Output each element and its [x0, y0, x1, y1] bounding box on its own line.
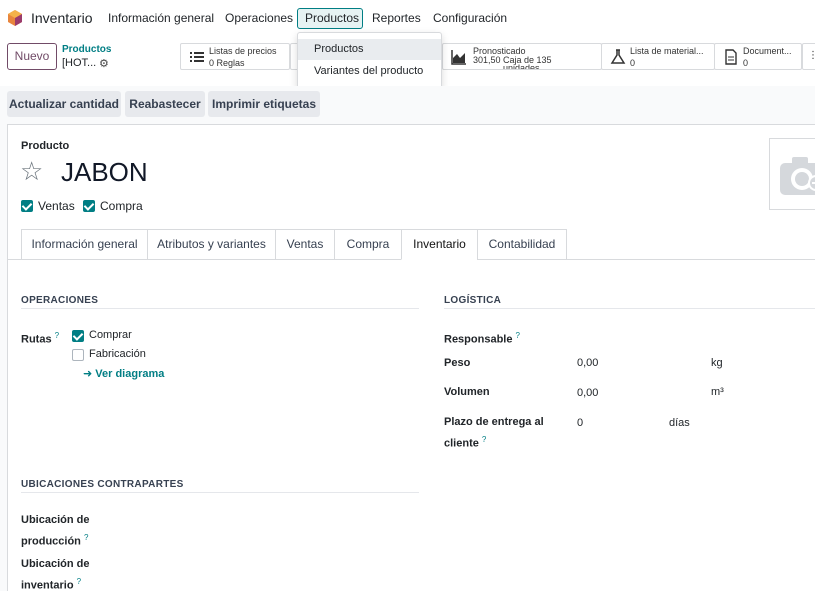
- responsible-help-icon[interactable]: ?: [516, 331, 520, 340]
- inventory-location-label-line1: Ubicación de: [21, 558, 90, 570]
- lead-time-unit: días: [669, 417, 690, 429]
- logistics-divider: [444, 308, 815, 309]
- volume-unit: m³: [711, 386, 724, 398]
- routes-label: Rutas ?: [21, 331, 60, 346]
- more-smart-button[interactable]: ⋮: [802, 43, 815, 70]
- operations-section-title: OPERACIONES: [21, 295, 99, 306]
- breadcrumb-current: [HOT...: [62, 57, 97, 69]
- arrow-right-icon: ➜: [83, 368, 93, 380]
- bom-title: Lista de material...: [630, 46, 704, 56]
- action-bar: [0, 86, 815, 120]
- documents-value: 0: [743, 58, 749, 68]
- product-label: Producto: [21, 140, 70, 152]
- nav-informacion-general[interactable]: Información general: [108, 11, 214, 25]
- documents-title: Document...: [743, 46, 792, 56]
- pricelists-value: 0 Reglas: [209, 58, 245, 68]
- breadcrumb-parent[interactable]: Productos: [62, 44, 111, 55]
- list-icon: [190, 52, 204, 62]
- dropdown-item-variantes[interactable]: Variantes del producto: [298, 61, 441, 82]
- app-name[interactable]: Inventario: [31, 10, 92, 26]
- nav-productos[interactable]: Productos: [305, 11, 359, 25]
- product-name[interactable]: JABON: [61, 157, 148, 188]
- documents-smart-button[interactable]: Document... 0: [714, 43, 802, 70]
- productos-dropdown-menu: Productos Variantes del producto: [297, 32, 442, 89]
- bom-value: 0: [630, 58, 636, 68]
- bom-smart-button[interactable]: Lista de material... 0: [601, 43, 715, 70]
- route-manufacture-label: Fabricación: [89, 348, 146, 360]
- can-be-sold-checkbox[interactable]: [21, 200, 33, 212]
- forecast-smart-button[interactable]: Pronosticado 301,50 Caja de 135 unidades: [442, 43, 602, 70]
- lead-time-help-icon[interactable]: ?: [482, 435, 486, 444]
- area-chart-icon: [451, 50, 466, 65]
- inventory-location-help-icon[interactable]: ?: [77, 577, 81, 586]
- can-be-purchased-label: Compra: [100, 199, 143, 213]
- tab-contabilidad[interactable]: Contabilidad: [477, 229, 567, 260]
- lead-time-field[interactable]: 0: [577, 417, 583, 429]
- nav-operaciones[interactable]: Operaciones: [225, 11, 293, 25]
- app-logo-icon[interactable]: [7, 10, 23, 26]
- document-icon: [725, 49, 737, 65]
- can-be-purchased-checkbox[interactable]: [83, 200, 95, 212]
- weight-field[interactable]: 0,00: [577, 357, 598, 369]
- nav-configuracion[interactable]: Configuración: [433, 11, 507, 25]
- tab-ventas[interactable]: Ventas: [275, 229, 335, 260]
- pricelists-title: Listas de precios: [209, 46, 277, 56]
- route-manufacture-checkbox[interactable]: [72, 349, 84, 361]
- lead-time-label-line1: Plazo de entrega al: [444, 416, 544, 428]
- product-image[interactable]: [769, 138, 815, 210]
- route-buy-checkbox[interactable]: [72, 330, 84, 342]
- pricelists-smart-button[interactable]: Listas de precios 0 Reglas: [180, 43, 290, 70]
- view-diagram-link[interactable]: ➜ Ver diagrama: [83, 367, 164, 380]
- forecast-value-unit: unidades: [503, 63, 540, 70]
- can-be-sold-label: Ventas: [38, 199, 75, 213]
- counterparts-divider: [21, 492, 419, 493]
- production-location-label-line2: producción ?: [21, 533, 89, 548]
- tab-informacion-general[interactable]: Información general: [21, 229, 148, 260]
- print-labels-button[interactable]: Imprimir etiquetas: [208, 91, 320, 117]
- lead-time-label-line2: cliente ?: [444, 435, 487, 450]
- volume-label: Volumen: [444, 386, 490, 398]
- weight-label: Peso: [444, 357, 471, 369]
- more-icon: ⋮: [808, 50, 815, 61]
- flask-icon: [610, 49, 626, 64]
- nav-reportes[interactable]: Reportes: [372, 11, 421, 25]
- operations-divider: [21, 308, 419, 309]
- replenish-button[interactable]: Reabastecer: [125, 91, 205, 117]
- routes-help-icon[interactable]: ?: [55, 331, 59, 340]
- tab-inventario[interactable]: Inventario: [401, 229, 478, 260]
- update-quantity-button[interactable]: Actualizar cantidad: [7, 91, 121, 117]
- inventory-location-label-line2: inventario ?: [21, 577, 82, 591]
- new-button[interactable]: Nuevo: [7, 43, 57, 70]
- dropdown-item-productos[interactable]: Productos: [298, 39, 441, 60]
- logistics-section-title: LOGÍSTICA: [444, 295, 502, 306]
- weight-unit: kg: [711, 357, 723, 369]
- production-location-label-line1: Ubicación de: [21, 514, 90, 526]
- responsible-label: Responsable ?: [444, 331, 520, 346]
- route-buy-label: Comprar: [89, 329, 132, 341]
- volume-field[interactable]: 0,00: [577, 387, 598, 399]
- camera-icon: [780, 157, 815, 195]
- counterparts-section-title: UBICACIONES CONTRAPARTES: [21, 479, 184, 490]
- star-icon[interactable]: ☆: [20, 158, 43, 184]
- gear-icon[interactable]: ⚙: [99, 57, 109, 70]
- tab-compra[interactable]: Compra: [334, 229, 402, 260]
- tab-atributos-variantes[interactable]: Atributos y variantes: [147, 229, 276, 260]
- production-location-help-icon[interactable]: ?: [84, 533, 88, 542]
